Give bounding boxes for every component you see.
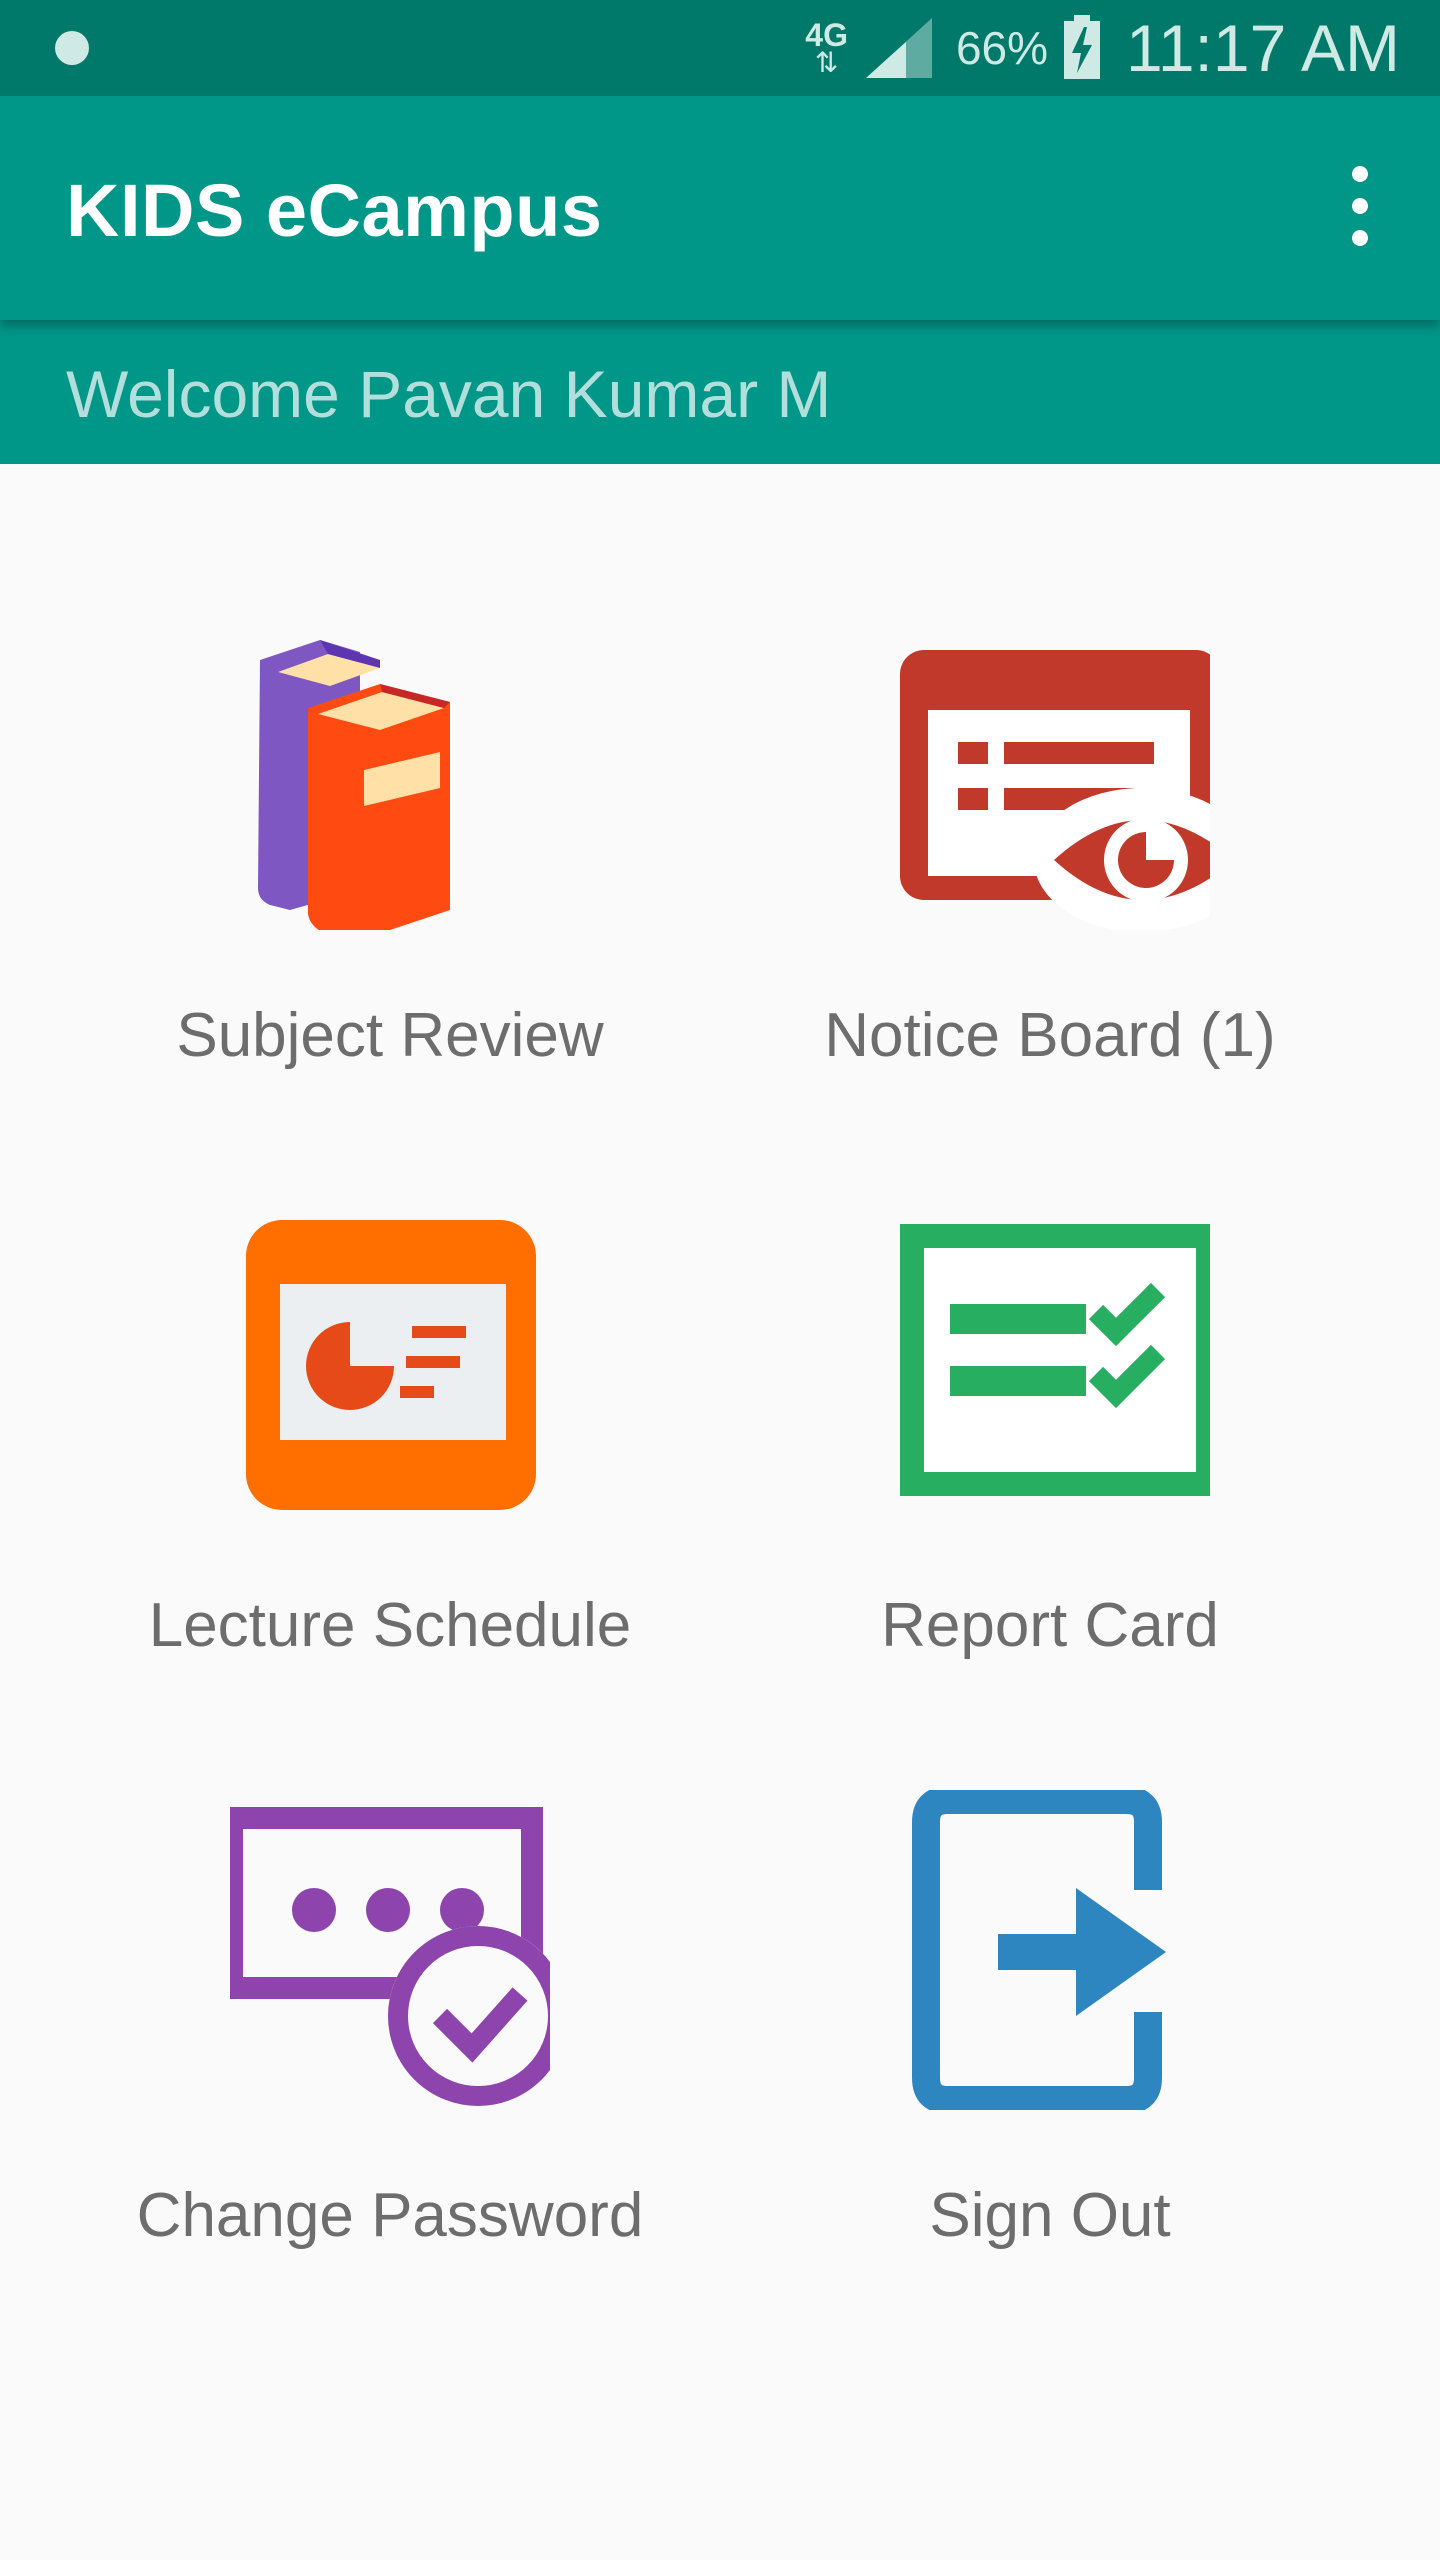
lecture-schedule-button[interactable]: Lecture Schedule [80, 1200, 700, 1720]
lecture-schedule-label: Lecture Schedule [148, 1591, 632, 1660]
battery-charging-icon [1064, 15, 1101, 79]
report-card-label: Report Card [881, 1591, 1219, 1660]
notification-dot-icon [55, 31, 89, 65]
sign-out-label: Sign Out [929, 2181, 1171, 2250]
battery-percent: 66% [955, 22, 1049, 74]
signal-strength-icon [865, 18, 932, 78]
password-check-icon [230, 1807, 550, 2106]
status-bar: 4G ⇅ 66% 11:17 AM [0, 0, 1440, 96]
app-title: KIDS eCampus [66, 169, 603, 252]
menu-dot [1352, 198, 1368, 214]
notice-board-button[interactable]: Notice Board (1) [740, 610, 1360, 1130]
notice-board-icon [900, 650, 1210, 930]
app-bar: KIDS eCampus [0, 96, 1440, 320]
more-vert-icon[interactable] [1320, 156, 1400, 256]
welcome-banner: Welcome Pavan Kumar M [0, 320, 1440, 464]
report-card-button[interactable]: Report Card [740, 1200, 1360, 1720]
change-password-button[interactable]: Change Password [80, 1790, 700, 2310]
sign-out-button[interactable]: Sign Out [740, 1790, 1360, 2310]
change-password-label: Change Password [136, 2181, 644, 2250]
report-card-icon [900, 1224, 1210, 1496]
subject-review-button[interactable]: Subject Review [80, 610, 700, 1130]
books-icon [258, 640, 450, 930]
data-arrows-icon: ⇅ [814, 47, 839, 78]
subject-review-label: Subject Review [176, 1001, 604, 1070]
welcome-text: Welcome Pavan Kumar M [66, 357, 832, 431]
clock: 11:17 AM [1126, 11, 1400, 85]
notice-board-label: Notice Board (1) [824, 1001, 1276, 1070]
status-indicators: 4G ⇅ 66% 11:17 AM [805, 0, 1400, 96]
sign-out-icon [912, 1790, 1166, 2110]
menu-dot [1352, 166, 1368, 182]
network-type-indicator: 4G ⇅ [805, 19, 848, 77]
presentation-icon [246, 1220, 536, 1510]
menu-dot [1352, 230, 1368, 246]
